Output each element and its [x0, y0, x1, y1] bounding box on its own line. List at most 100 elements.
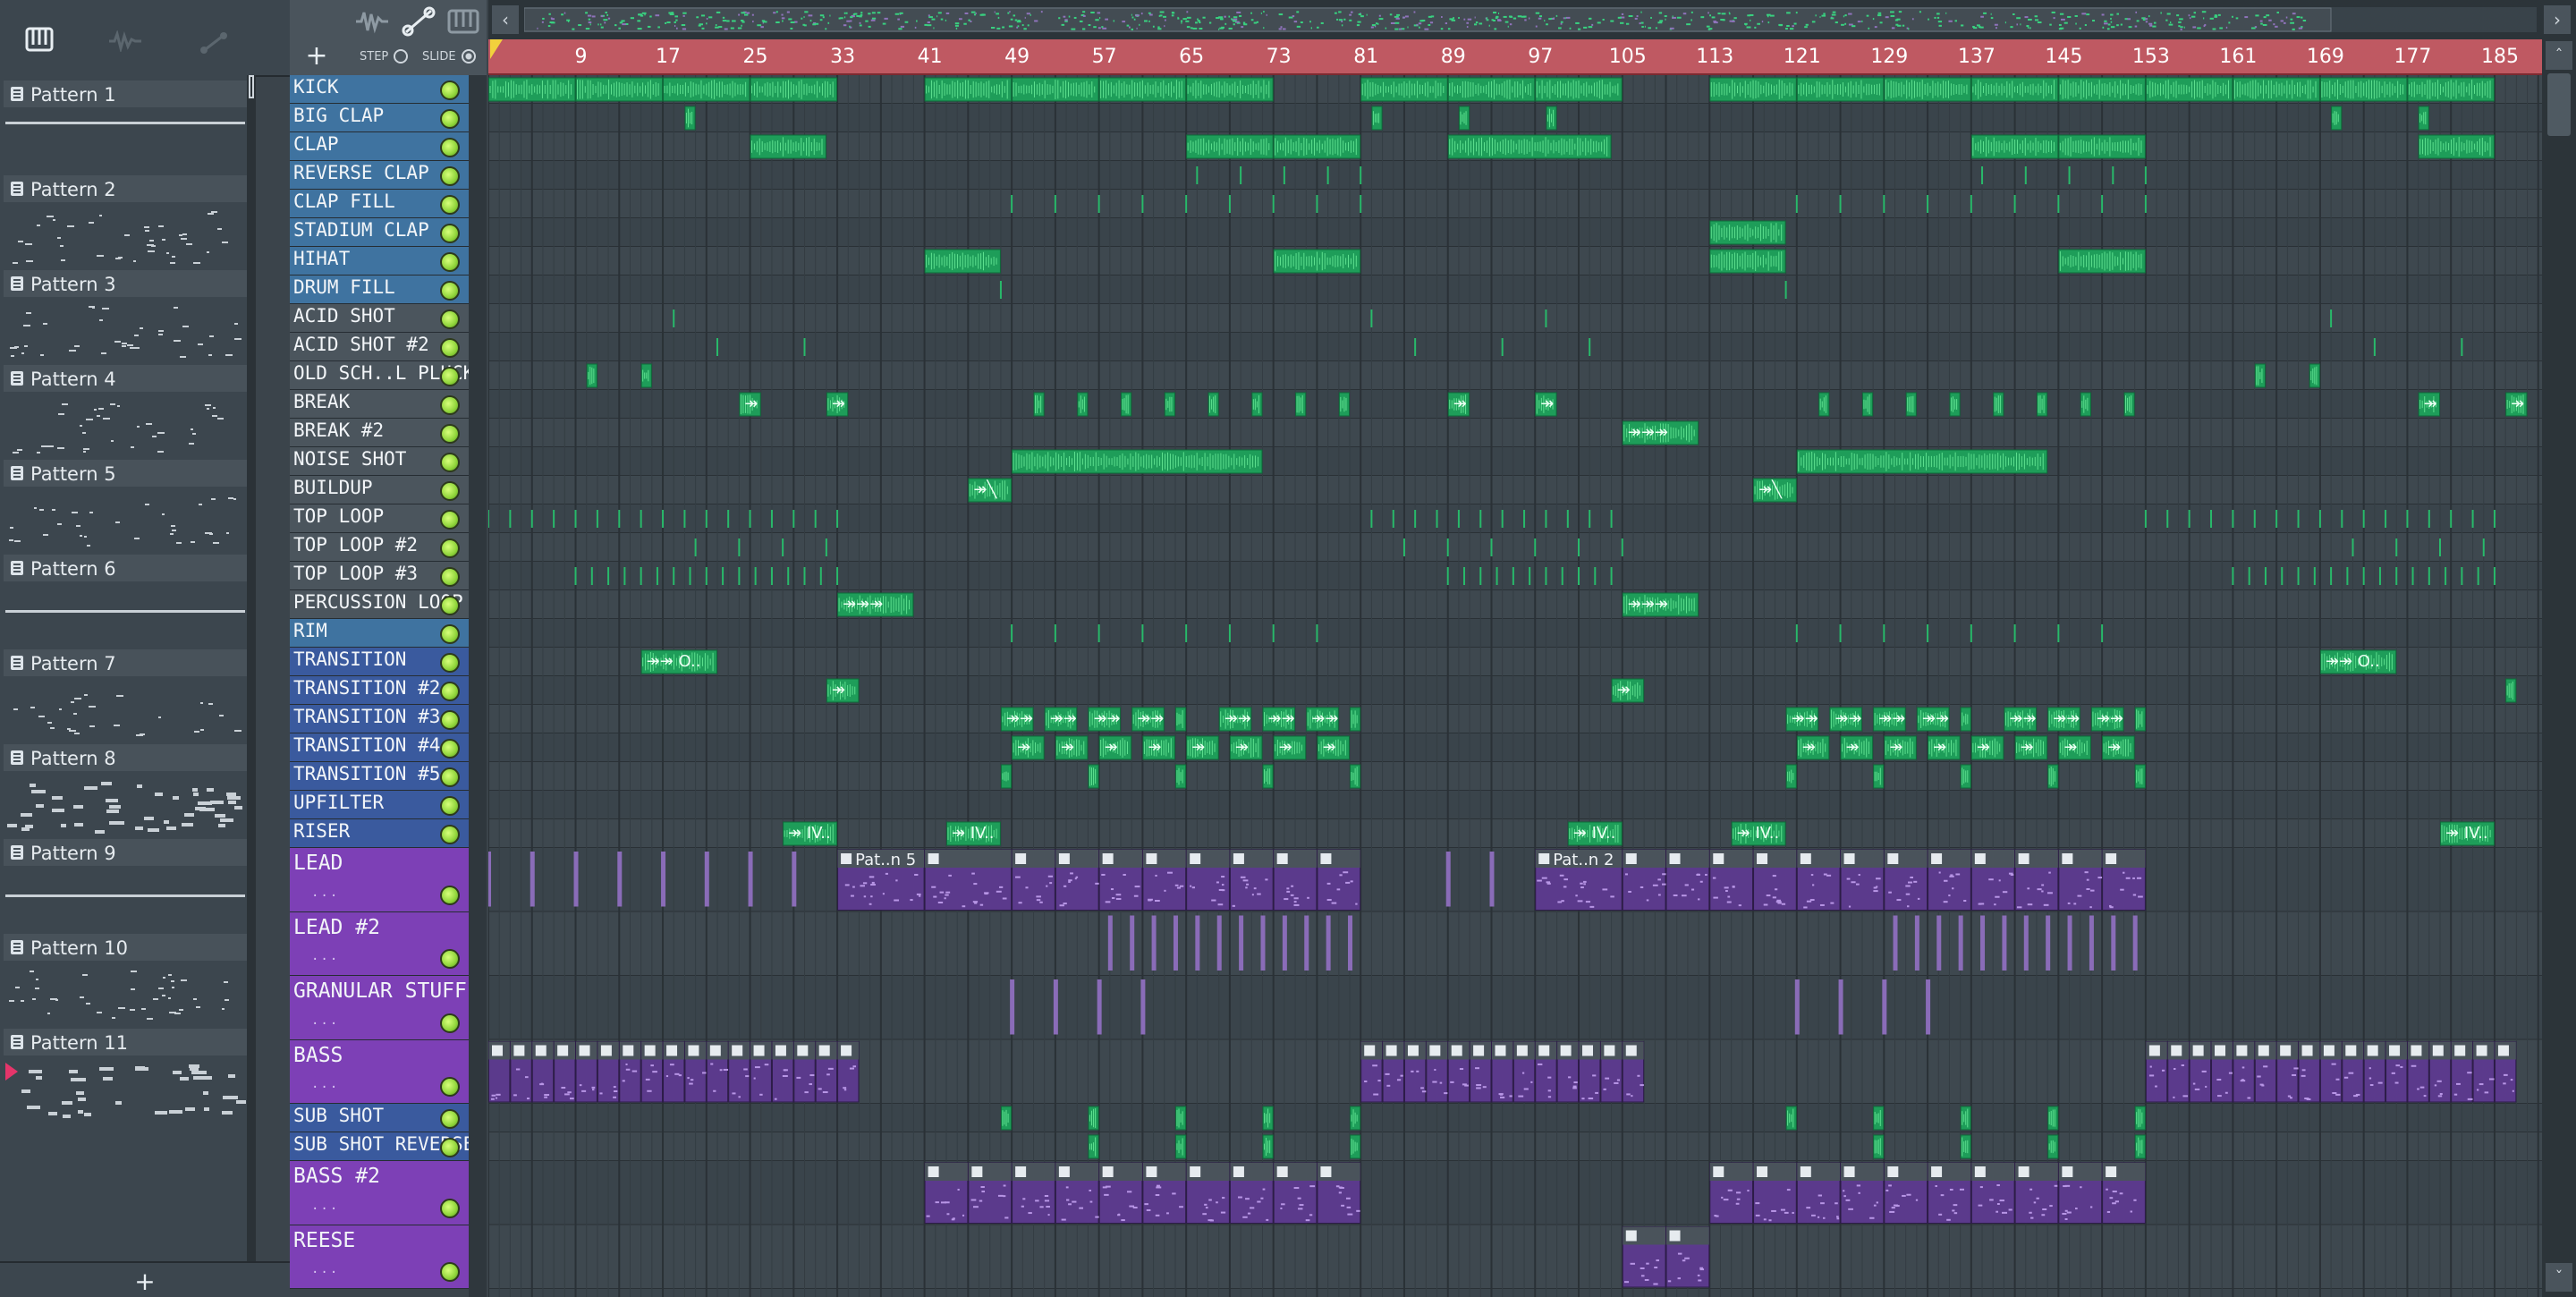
- clip-pattern-icon[interactable]: [1713, 853, 1724, 864]
- clip-note[interactable]: [1221, 884, 1224, 886]
- track-mute-led[interactable]: [440, 424, 460, 444]
- clip-note[interactable]: [2343, 1076, 2349, 1079]
- song-position-marker[interactable]: [490, 39, 503, 59]
- clip-note[interactable]: [1806, 1207, 1811, 1209]
- clip-pattern-slice[interactable]: [2089, 915, 2094, 971]
- clip-note[interactable]: [1843, 1195, 1846, 1198]
- clip-note[interactable]: [1222, 1197, 1225, 1200]
- track-mute-led[interactable]: [440, 138, 460, 157]
- clip-note[interactable]: [1538, 1063, 1543, 1065]
- track-name[interactable]: BASS #2: [293, 1165, 380, 1188]
- clip-note[interactable]: [1396, 1079, 1402, 1081]
- clip-note[interactable]: [882, 893, 885, 895]
- clip-note[interactable]: [1557, 901, 1563, 903]
- clip-note[interactable]: [1036, 895, 1041, 898]
- clip-note[interactable]: [1345, 881, 1351, 884]
- track-mute-led[interactable]: [440, 1109, 460, 1129]
- clip-pattern-slice[interactable]: [1010, 979, 1015, 1035]
- clip-pattern-slice[interactable]: [1326, 915, 1331, 971]
- track-mute-led[interactable]: [440, 338, 460, 358]
- clip-pattern-icon[interactable]: [2106, 1166, 2117, 1177]
- clip-note[interactable]: [2086, 878, 2089, 881]
- clip-pattern-icon[interactable]: [1931, 1166, 1943, 1177]
- clip-note[interactable]: [945, 894, 949, 896]
- clip-note[interactable]: [979, 1200, 983, 1202]
- clip-note[interactable]: [2149, 1065, 2152, 1068]
- clip-note[interactable]: [2503, 1073, 2508, 1076]
- clip-note[interactable]: [870, 884, 876, 886]
- track-mute-led[interactable]: [440, 682, 460, 701]
- clip-note[interactable]: [972, 1206, 979, 1208]
- clip-note[interactable]: [973, 883, 978, 886]
- track-mute-led[interactable]: [440, 567, 460, 587]
- clip-note[interactable]: [1072, 1200, 1077, 1203]
- clip-note[interactable]: [1237, 1196, 1242, 1199]
- track-mute-led[interactable]: [440, 596, 460, 615]
- clip-note[interactable]: [1572, 1087, 1577, 1089]
- clip-note[interactable]: [2301, 1074, 2306, 1077]
- clip-note[interactable]: [1640, 1275, 1645, 1277]
- clip-note[interactable]: [1803, 906, 1808, 909]
- clip-note[interactable]: [1891, 1207, 1895, 1209]
- clip-note[interactable]: [2419, 1086, 2425, 1089]
- clip-pattern-slice[interactable]: [2002, 915, 2007, 971]
- clip-note[interactable]: [2123, 871, 2125, 874]
- clip-pattern-icon[interactable]: [753, 1045, 765, 1056]
- clip-note[interactable]: [1835, 1202, 1838, 1205]
- clip-note[interactable]: [1817, 1216, 1820, 1218]
- clip-note[interactable]: [1888, 891, 1892, 894]
- clip-note[interactable]: [1245, 886, 1248, 889]
- clip-note[interactable]: [2201, 1070, 2207, 1072]
- clip-note[interactable]: [1250, 1207, 1255, 1209]
- clip-note[interactable]: [1581, 1098, 1585, 1100]
- clip-note[interactable]: [1546, 882, 1551, 885]
- clip-note[interactable]: [1121, 1219, 1125, 1222]
- clip-note[interactable]: [1657, 894, 1661, 896]
- clip-note[interactable]: [2064, 1209, 2068, 1212]
- clip-pattern-icon[interactable]: [1757, 853, 1768, 864]
- clip-note[interactable]: [2008, 1208, 2012, 1211]
- track-name[interactable]: HIHAT: [293, 248, 350, 269]
- clip-note[interactable]: [1156, 1184, 1160, 1187]
- clip-note[interactable]: [1068, 879, 1072, 882]
- clip-note[interactable]: [1172, 1192, 1176, 1195]
- clip-pattern-slice[interactable]: [2023, 915, 2029, 971]
- clip-note[interactable]: [1260, 1197, 1264, 1200]
- clip-note[interactable]: [1768, 1219, 1772, 1222]
- clip-note[interactable]: [1115, 898, 1122, 901]
- track-name[interactable]: LEAD: [293, 852, 343, 875]
- clip-note[interactable]: [1959, 1188, 1964, 1191]
- clip-pattern-icon[interactable]: [1495, 1045, 1506, 1056]
- clip-pattern-icon[interactable]: [1843, 1166, 1855, 1177]
- clip-note[interactable]: [2368, 1077, 2372, 1080]
- track-header[interactable]: CLAP: [290, 132, 469, 161]
- clip-note[interactable]: [1129, 1205, 1135, 1208]
- clip-note[interactable]: [2436, 1080, 2442, 1082]
- clip-note[interactable]: [1039, 1206, 1044, 1208]
- clip-note[interactable]: [1640, 1084, 1644, 1087]
- clip-pattern-icon[interactable]: [2280, 1045, 2292, 1056]
- clip-note[interactable]: [599, 1092, 603, 1095]
- track-header[interactable]: SUB SHOT: [290, 1104, 469, 1132]
- clip-note[interactable]: [1039, 901, 1043, 903]
- clip-pattern-icon[interactable]: [1974, 853, 1986, 864]
- clip-note[interactable]: [2064, 1184, 2071, 1187]
- clip-note[interactable]: [1624, 1281, 1630, 1284]
- clip-note[interactable]: [690, 1079, 694, 1081]
- clip-note[interactable]: [2287, 1095, 2292, 1098]
- pattern-item[interactable]: Pattern 8: [4, 744, 247, 839]
- track-header[interactable]: TRANSITION #5: [290, 762, 469, 791]
- clip-note[interactable]: [2391, 1072, 2395, 1074]
- clip-note[interactable]: [999, 886, 1004, 888]
- track-mute-led[interactable]: [440, 252, 460, 272]
- clip-pattern-icon[interactable]: [2018, 853, 2029, 864]
- clip-note[interactable]: [1003, 1184, 1006, 1187]
- clip-note[interactable]: [1559, 874, 1564, 877]
- clip-note[interactable]: [1848, 905, 1852, 908]
- clip-note[interactable]: [1373, 1093, 1379, 1096]
- clip-note[interactable]: [1830, 902, 1835, 904]
- track-mute-led[interactable]: [440, 1198, 460, 1218]
- clip-note[interactable]: [2075, 1208, 2078, 1210]
- clip-note[interactable]: [678, 1074, 682, 1077]
- track-name[interactable]: LEAD #2: [293, 916, 380, 939]
